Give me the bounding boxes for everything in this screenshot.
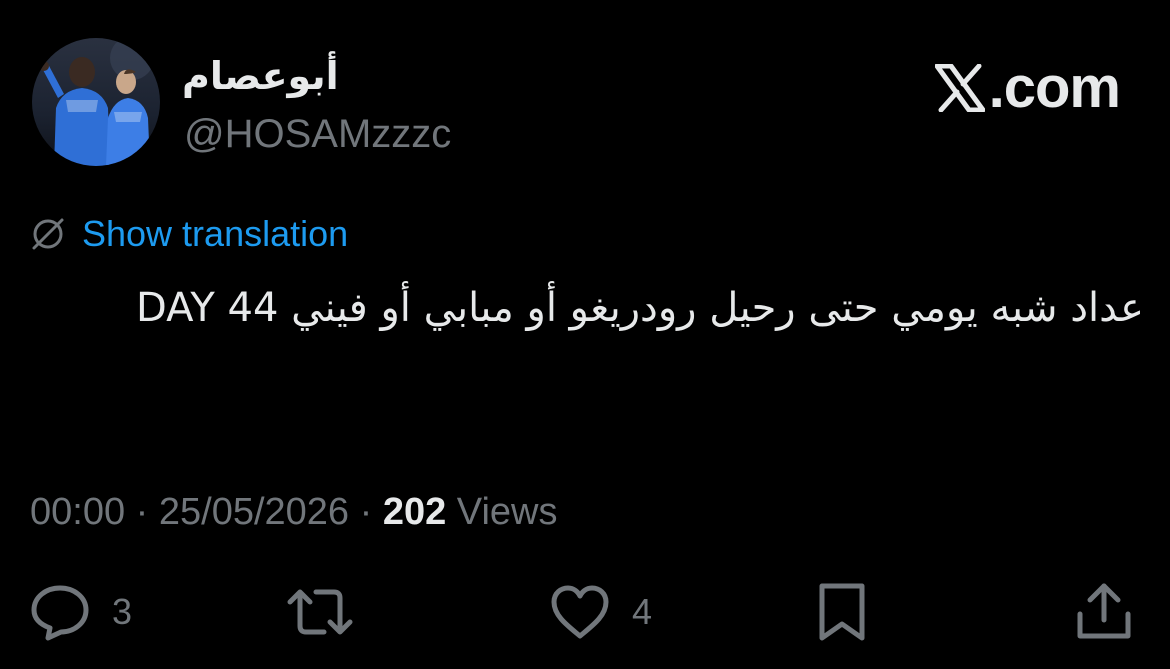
like-button[interactable]: 4	[548, 580, 652, 644]
user-handle[interactable]: @HOSAMzzzc	[184, 110, 451, 158]
bookmark-icon	[819, 583, 865, 641]
display-name[interactable]: أبوعصام	[182, 52, 339, 100]
repost-icon	[287, 589, 353, 635]
brand-watermark: .com	[934, 55, 1121, 120]
brand-domain: .com	[988, 55, 1121, 120]
repost-button[interactable]	[284, 580, 376, 644]
translate-globe-icon	[32, 218, 64, 250]
tweet-meta: 00:00 · 25/05/2026 · 202 Views	[30, 486, 558, 538]
bookmark-button[interactable]	[812, 580, 872, 644]
avatar[interactable]	[32, 38, 160, 166]
avatar-image	[39, 38, 154, 166]
meta-separator: ·	[125, 491, 159, 533]
action-bar: 3 4	[0, 580, 1170, 644]
like-count: 4	[632, 591, 653, 632]
reply-icon	[31, 585, 89, 641]
tweet-date[interactable]: 25/05/2026	[159, 491, 349, 533]
reply-button[interactable]: 3	[28, 580, 132, 644]
meta-separator: ·	[349, 491, 383, 533]
views-count: 202	[382, 491, 447, 533]
show-translation-label[interactable]: Show translation	[82, 210, 348, 258]
share-icon	[1077, 583, 1131, 639]
share-button[interactable]	[1072, 580, 1136, 644]
tweet-time[interactable]: 00:00	[30, 491, 125, 533]
x-logo-icon	[934, 64, 985, 112]
reply-count: 3	[112, 591, 133, 632]
views-label: Views	[446, 491, 558, 533]
show-translation-link[interactable]: Show translation	[30, 210, 348, 258]
tweet-text: عداد شبه يومي حتى رحيل رودريغو أو مبابي …	[136, 285, 1144, 331]
heart-icon	[551, 585, 609, 639]
